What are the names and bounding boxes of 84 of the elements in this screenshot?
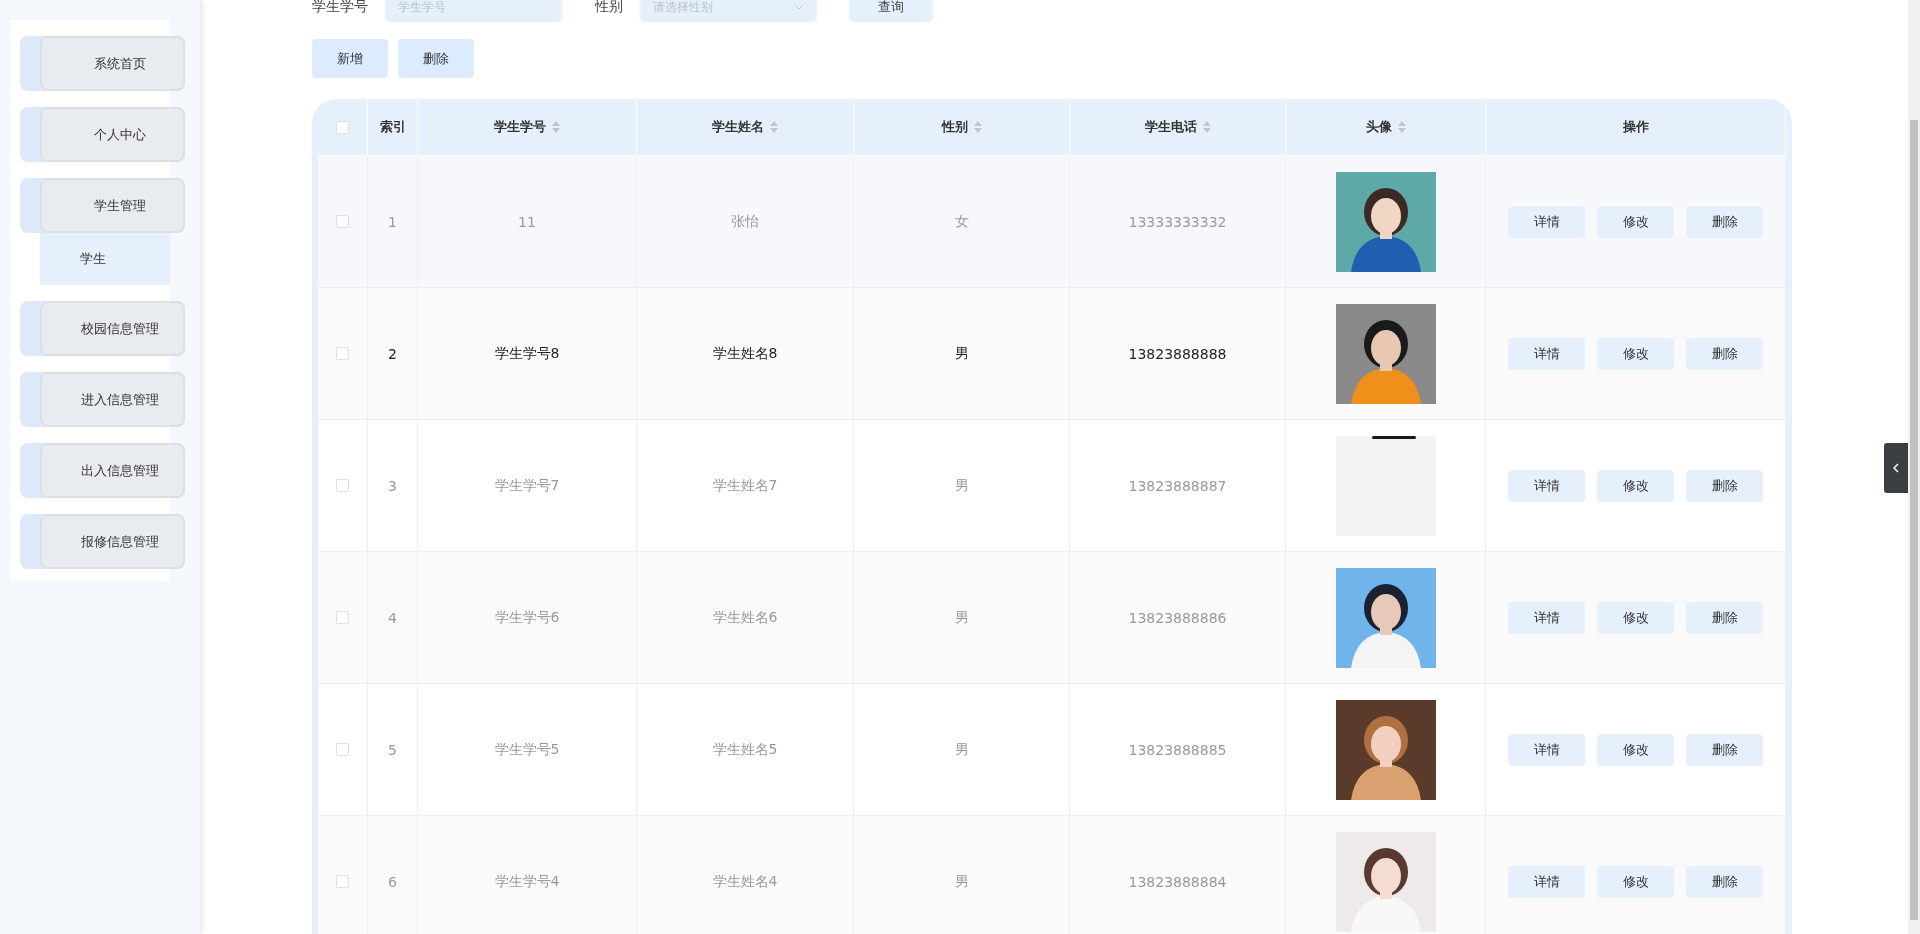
table-cell: 13823888886 <box>1128 609 1227 626</box>
table-cell: 学生学号5 <box>494 740 560 759</box>
edit-button[interactable]: 修改 <box>1597 601 1674 634</box>
delete-button[interactable]: 删除 <box>1686 205 1763 238</box>
checkbox[interactable] <box>336 479 349 492</box>
delete-button[interactable]: 删除 <box>1686 337 1763 370</box>
details-button[interactable]: 详情 <box>1508 601 1585 634</box>
table-cell: 女 <box>954 212 969 231</box>
sort-icon[interactable] <box>552 121 560 133</box>
sidebar-item[interactable]: 校园信息管理 <box>40 301 185 356</box>
collapse-tab[interactable] <box>1884 443 1908 493</box>
sidebar-item[interactable]: 进入信息管理 <box>40 372 185 427</box>
edit-button[interactable]: 修改 <box>1597 469 1674 502</box>
checkbox[interactable] <box>336 743 349 756</box>
sidebar-item[interactable]: 学生管理 <box>40 178 185 233</box>
table-cell: 13333333332 <box>1128 213 1227 230</box>
table-cell: 男 <box>954 608 969 627</box>
column-header: 操作 <box>1622 118 1649 136</box>
edit-button[interactable]: 修改 <box>1597 337 1674 370</box>
table-cell: 学生姓名7 <box>712 476 778 495</box>
table-cell: 13823888887 <box>1128 477 1227 494</box>
edit-button[interactable]: 修改 <box>1597 865 1674 898</box>
delete-button[interactable]: 删除 <box>1686 865 1763 898</box>
delete-button[interactable]: 删除 <box>1686 601 1763 634</box>
column-header: 性别 <box>941 118 968 136</box>
details-button[interactable]: 详情 <box>1508 733 1585 766</box>
delete-button[interactable]: 删除 <box>398 39 474 78</box>
table-cell: 男 <box>954 344 969 363</box>
table-cell: 学生学号4 <box>494 872 560 891</box>
checkbox[interactable] <box>336 120 349 134</box>
table-cell: 3 <box>388 477 397 494</box>
column-header: 学生电话 <box>1144 118 1197 136</box>
details-button[interactable]: 详情 <box>1508 469 1585 502</box>
table-cell: 13823888884 <box>1128 873 1227 890</box>
details-button[interactable]: 详情 <box>1508 337 1585 370</box>
table-cell: 学生姓名6 <box>712 608 778 627</box>
details-button[interactable]: 详情 <box>1508 865 1585 898</box>
table-cell: 男 <box>954 872 969 891</box>
sidebar-item[interactable]: 个人中心 <box>40 107 185 162</box>
table-cell: 学生学号8 <box>494 344 560 363</box>
sidebar-item[interactable]: 系统首页 <box>40 36 185 91</box>
column-header: 头像 <box>1365 118 1392 136</box>
sort-icon[interactable] <box>973 121 982 133</box>
sidebar-item[interactable]: 报修信息管理 <box>40 514 185 569</box>
table-cell: 1 <box>388 213 397 230</box>
table-cell: 13823888888 <box>1128 345 1227 362</box>
table-cell: 4 <box>388 609 397 626</box>
edit-button[interactable]: 修改 <box>1597 733 1674 766</box>
table-cell: 11 <box>518 213 536 230</box>
column-header: 学生学号 <box>494 118 546 136</box>
edit-button[interactable]: 修改 <box>1597 205 1674 238</box>
chevron-down-icon <box>794 4 804 10</box>
table-cell: 男 <box>954 740 969 759</box>
scrollbar[interactable] <box>1908 0 1920 934</box>
details-button[interactable]: 详情 <box>1508 205 1585 238</box>
table-cell: 男 <box>954 476 969 495</box>
table-cell: 学生姓名4 <box>712 872 778 891</box>
sidebar-item[interactable]: 出入信息管理 <box>40 443 185 498</box>
sort-icon[interactable] <box>1397 121 1406 133</box>
search-button[interactable]: 查询 <box>850 0 932 20</box>
table-cell: 2 <box>388 345 397 362</box>
delete-button[interactable]: 删除 <box>1686 469 1763 502</box>
checkbox[interactable] <box>336 611 349 624</box>
table-cell: 张怡 <box>731 212 759 231</box>
column-header: 学生姓名 <box>712 118 764 136</box>
table-cell: 学生学号6 <box>494 608 560 627</box>
sort-icon[interactable] <box>770 121 778 133</box>
field-label: 学生学号 <box>312 0 368 16</box>
table-cell: 13823888885 <box>1128 741 1227 758</box>
sidebar-subitem[interactable]: 学生 <box>40 233 170 285</box>
chevron-left-icon <box>1893 463 1899 473</box>
column-header: 索引 <box>379 118 406 136</box>
table-cell: 学生姓名8 <box>712 344 778 363</box>
checkbox[interactable] <box>336 347 349 360</box>
table-cell: 学生学号7 <box>494 476 560 495</box>
table-cell: 6 <box>388 873 397 890</box>
table-cell: 学生姓名5 <box>712 740 778 759</box>
checkbox[interactable] <box>336 215 349 228</box>
sort-icon[interactable] <box>1202 121 1211 133</box>
table-cell: 5 <box>388 741 397 758</box>
delete-button[interactable]: 删除 <box>1686 733 1763 766</box>
field-label: 性别 <box>595 0 623 16</box>
checkbox[interactable] <box>336 875 349 888</box>
add-button[interactable]: 新增 <box>312 39 388 78</box>
